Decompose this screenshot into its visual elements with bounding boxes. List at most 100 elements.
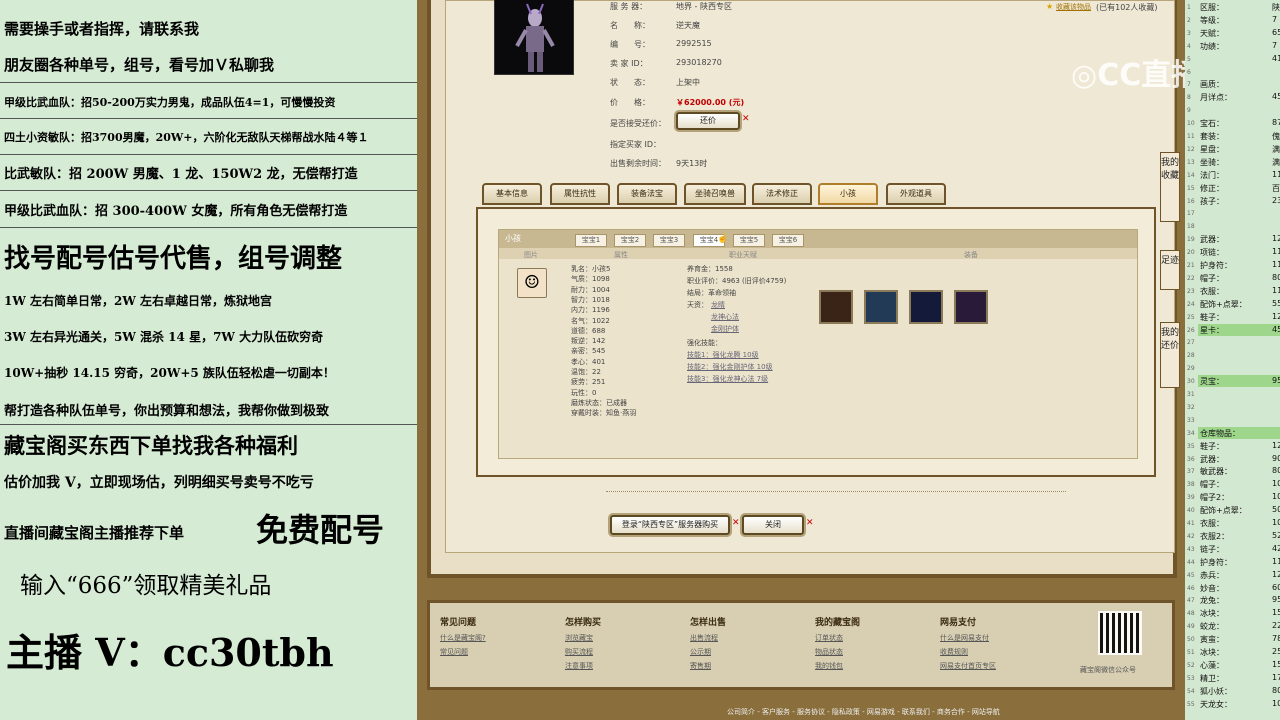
row-number: 49 [1187, 623, 1195, 631]
row-number: 32 [1187, 403, 1195, 411]
star-icon[interactable]: ★ [1046, 2, 1053, 11]
enhance-skill-link[interactable]: 技能3：强化龙神心法 7级 [687, 374, 768, 384]
equipment-slot-3-icon[interactable] [909, 290, 943, 324]
favorite-link[interactable]: 收藏该物品 [1056, 2, 1091, 12]
footer-link[interactable]: 出售流程 [690, 633, 718, 643]
row-number: 50 [1187, 636, 1195, 644]
footer-link[interactable]: 购买流程 [565, 647, 593, 657]
subtab-baby-3[interactable]: 宝宝3 [653, 234, 685, 247]
price-label: 价 格： [610, 98, 650, 107]
sheet-key: 蛟龙： [1200, 622, 1224, 632]
tab-appearance[interactable]: 外观道具 [886, 183, 946, 205]
row-number: 27 [1187, 339, 1195, 347]
side-tab-favorites[interactable]: 我的收藏 [1160, 152, 1180, 222]
footer-link[interactable]: 网易支付首页专区 [940, 661, 996, 671]
subtab-baby-6[interactable]: 宝宝6 [772, 234, 804, 247]
subtab-baby-5[interactable]: 宝宝5 [733, 234, 765, 247]
row-number: 37 [1187, 468, 1195, 476]
sheet-value: 15 [1272, 608, 1280, 618]
sheet-value: 11 [1272, 247, 1280, 257]
sheet-key: 敏武器： [1200, 467, 1232, 477]
sheet-value: 满 [1272, 144, 1280, 154]
col-header-image: 图片 [524, 251, 538, 259]
equipment-slot-2-icon[interactable] [864, 290, 898, 324]
row-number: 38 [1187, 481, 1195, 489]
tab-equipment[interactable]: 装备法宝 [617, 183, 677, 205]
row-number: 10 [1187, 120, 1195, 128]
footer-link[interactable]: 什么是网易支付 [940, 633, 989, 643]
footer-link[interactable]: 物品状态 [815, 647, 843, 657]
children-detail-inner: 小孩 宝宝1 宝宝2 宝宝3 宝宝4 宝宝5 宝宝6 ☝ 图片 属性 职业天赋 … [498, 229, 1138, 459]
footer-column-title: 我的藏宝阁 [815, 618, 861, 628]
tab-basic-info[interactable]: 基本信息 [482, 183, 542, 205]
sheet-value: 7 [1272, 14, 1278, 24]
row-number: 18 [1187, 223, 1195, 231]
sheet-value: 7 [1272, 40, 1278, 50]
sheet-key: 星盘： [1200, 144, 1224, 154]
row-number: 47 [1187, 597, 1195, 605]
overlay-line: 甲级比武血队：招50-200万实力男鬼，成品队伍4=1，可慢慢投资 [4, 96, 336, 109]
subtab-baby-1[interactable]: 宝宝1 [575, 234, 607, 247]
sheet-value: 52 [1272, 530, 1280, 540]
equipment-slot-1-icon[interactable] [819, 290, 853, 324]
talent-link[interactable]: 龙睛 [711, 300, 725, 310]
status-value: 上架中 [676, 78, 700, 87]
side-tab-my-bargains[interactable]: 我的还价 [1160, 322, 1180, 388]
overlay-line: 直播间藏宝阁主播推荐下单 [4, 524, 185, 542]
row-number: 3 [1187, 29, 1191, 37]
sheet-value: 12 [1272, 234, 1280, 244]
talent-link[interactable]: 龙神心法 [711, 312, 739, 322]
tab-mounts-pets[interactable]: 坐骑召唤兽 [684, 183, 746, 205]
footer-link[interactable]: 我的钱包 [815, 661, 843, 671]
row-number: 5 [1187, 55, 1191, 63]
footer-link[interactable]: 收费规则 [940, 647, 968, 657]
close-button[interactable]: 关闭 [742, 515, 804, 535]
child-stat: 疲劳：251 [571, 378, 606, 387]
sheet-value: 23 [1272, 195, 1280, 205]
footer-link[interactable]: 寄售期 [690, 661, 711, 671]
row-number: 40 [1187, 507, 1195, 515]
child-career-item: 养育金：1558 [687, 265, 733, 273]
login-server-buy-button[interactable]: 登录“陕西专区”服务器购买 [610, 515, 730, 535]
footer-link[interactable]: 公示期 [690, 647, 711, 657]
sheet-key: 项链： [1200, 248, 1224, 258]
enhance-skill-link[interactable]: 技能1：强化龙腾 10级 [687, 350, 759, 360]
subtab-baby-2[interactable]: 宝宝2 [614, 234, 646, 247]
footer-link[interactable]: 什么是藏宝阁? [440, 633, 486, 643]
col-header-attributes: 属性 [614, 251, 628, 259]
row-number: 53 [1187, 674, 1195, 682]
sheet-value: 80 [1272, 272, 1280, 282]
talent-link[interactable]: 金刚护体 [711, 324, 739, 334]
footer-link[interactable]: 注意事项 [565, 661, 593, 671]
enhance-skill-link[interactable]: 技能2：强化金刚护体 10级 [687, 362, 773, 372]
side-tab-history[interactable]: 足迹 [1160, 250, 1180, 290]
close-icon: ✕ [806, 518, 814, 528]
sheet-key: 帽子2： [1200, 493, 1230, 503]
tab-spells[interactable]: 法术修正 [752, 183, 812, 205]
tab-children[interactable]: 小孩 [818, 183, 878, 205]
footer-bottom-links[interactable]: 公司简介 - 客户服务 - 服务协议 - 隐私政策 - 网易游戏 - 联系我们 … [727, 707, 1000, 717]
sheet-value: 17 [1272, 672, 1280, 682]
sheet-key: 冰块： [1200, 609, 1224, 619]
tab-attributes[interactable]: 属性抗性 [550, 183, 610, 205]
row-number: 2 [1187, 16, 1191, 24]
row-number: 35 [1187, 442, 1195, 450]
sheet-key: 天龙女： [1200, 699, 1232, 709]
sheet-value: 65 [1272, 27, 1280, 37]
footer-link[interactable]: 浏览藏宝 [565, 633, 593, 643]
sheet-key: 月详点： [1200, 93, 1232, 103]
item-detail-panel: ★ 收藏该物品 (已有102人收藏) 服 务 器： 地界 - 陕西专区 名 称：… [427, 0, 1177, 578]
id-label: 编 号： [610, 40, 650, 49]
bargain-button[interactable]: 还价 [676, 112, 740, 130]
favorite-count: (已有102人收藏) [1096, 3, 1158, 12]
divider [0, 190, 417, 191]
overlay-highlight: 免费配号 [256, 511, 385, 549]
equipment-slot-4-icon[interactable] [954, 290, 988, 324]
sheet-key: 法门： [1200, 170, 1224, 180]
child-stat: 智力：1018 [571, 295, 610, 304]
footer-link[interactable]: 订单状态 [815, 633, 843, 643]
row-number: 45 [1187, 571, 1195, 579]
sheet-key: 武器： [1200, 235, 1224, 245]
character-portrait [494, 0, 574, 75]
footer-link[interactable]: 常见问题 [440, 647, 468, 657]
